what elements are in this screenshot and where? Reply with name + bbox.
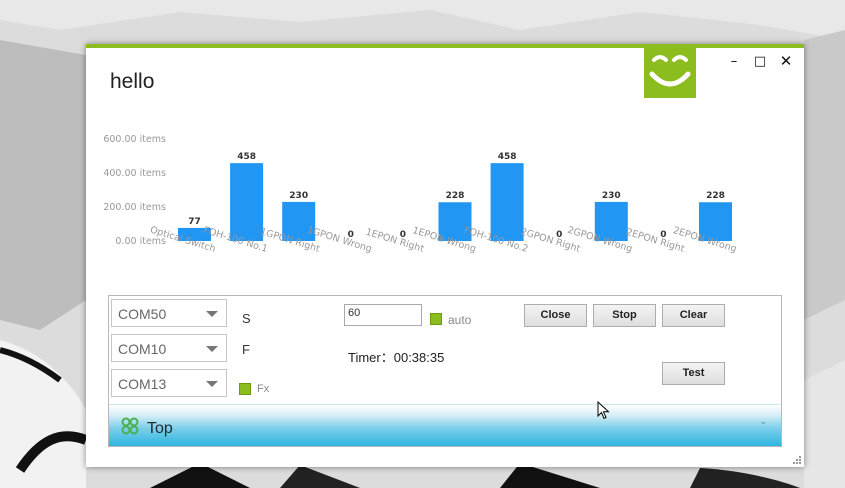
maximize-button[interactable]: □ (750, 54, 770, 69)
close-window-button[interactable]: ✕ (776, 52, 796, 70)
bar-value-label: 458 (237, 152, 256, 162)
bar-value-label: 77 (188, 217, 201, 227)
main-window: hello – □ ✕ 0.00 items 200.00 items 400.00… (86, 44, 804, 467)
s-label: S (242, 311, 251, 326)
y-tick-label: 400.00 items (103, 168, 166, 179)
y-tick-label: 600.00 items (103, 134, 166, 145)
port-select-1[interactable]: COM50 (111, 299, 227, 327)
interval-input[interactable]: 60 (344, 304, 422, 326)
auto-checkbox[interactable] (430, 313, 442, 325)
bar-value-label: 458 (498, 152, 517, 162)
port-select-3[interactable]: COM13 (111, 369, 227, 397)
bar-value-label: 228 (706, 191, 725, 201)
port-select-1-value: COM50 (118, 306, 167, 322)
top-section-header[interactable]: Top ⌄ (109, 404, 781, 446)
clover-icon (121, 417, 139, 435)
fx-checkbox[interactable] (239, 383, 251, 395)
clear-button[interactable]: Clear (662, 304, 725, 327)
smiley-icon (649, 55, 691, 87)
port-select-2-value: COM10 (118, 341, 167, 357)
fx-label: Fx (257, 383, 270, 395)
port-select-2[interactable]: COM10 (111, 334, 227, 362)
window-title: hello (110, 70, 155, 93)
close-button[interactable]: Close (524, 304, 587, 327)
port-select-3-value: COM13 (118, 376, 167, 392)
auto-label: auto (448, 313, 472, 327)
bar-chart: 0.00 items200.00 items400.00 items600.00… (103, 134, 738, 255)
chevron-down-icon (206, 346, 218, 352)
chart-bar (490, 163, 524, 241)
smiley-logo (644, 48, 696, 98)
chevron-down-icon (206, 381, 218, 387)
y-tick-label: 200.00 items (103, 202, 166, 213)
test-button[interactable]: Test (662, 362, 725, 385)
top-section-title: Top (147, 420, 173, 437)
resize-grip-icon[interactable] (792, 455, 802, 465)
bar-value-label: 228 (446, 191, 465, 201)
bar-value-label: 230 (602, 191, 621, 201)
bar-value-label: 230 (289, 191, 308, 201)
f-label: F (242, 342, 250, 357)
stop-button[interactable]: Stop (593, 304, 656, 327)
mouse-cursor-icon (597, 401, 610, 420)
timer-display: Timer：00:38:35 (348, 350, 445, 365)
chart-bar (230, 163, 264, 241)
chevron-double-down-icon[interactable]: ⌄ (759, 417, 767, 427)
chevron-down-icon (206, 311, 218, 317)
minimize-button[interactable]: – (724, 54, 744, 69)
control-panel: COM50 COM10 COM13 S F Fx 60 auto Timer：0… (108, 295, 782, 447)
